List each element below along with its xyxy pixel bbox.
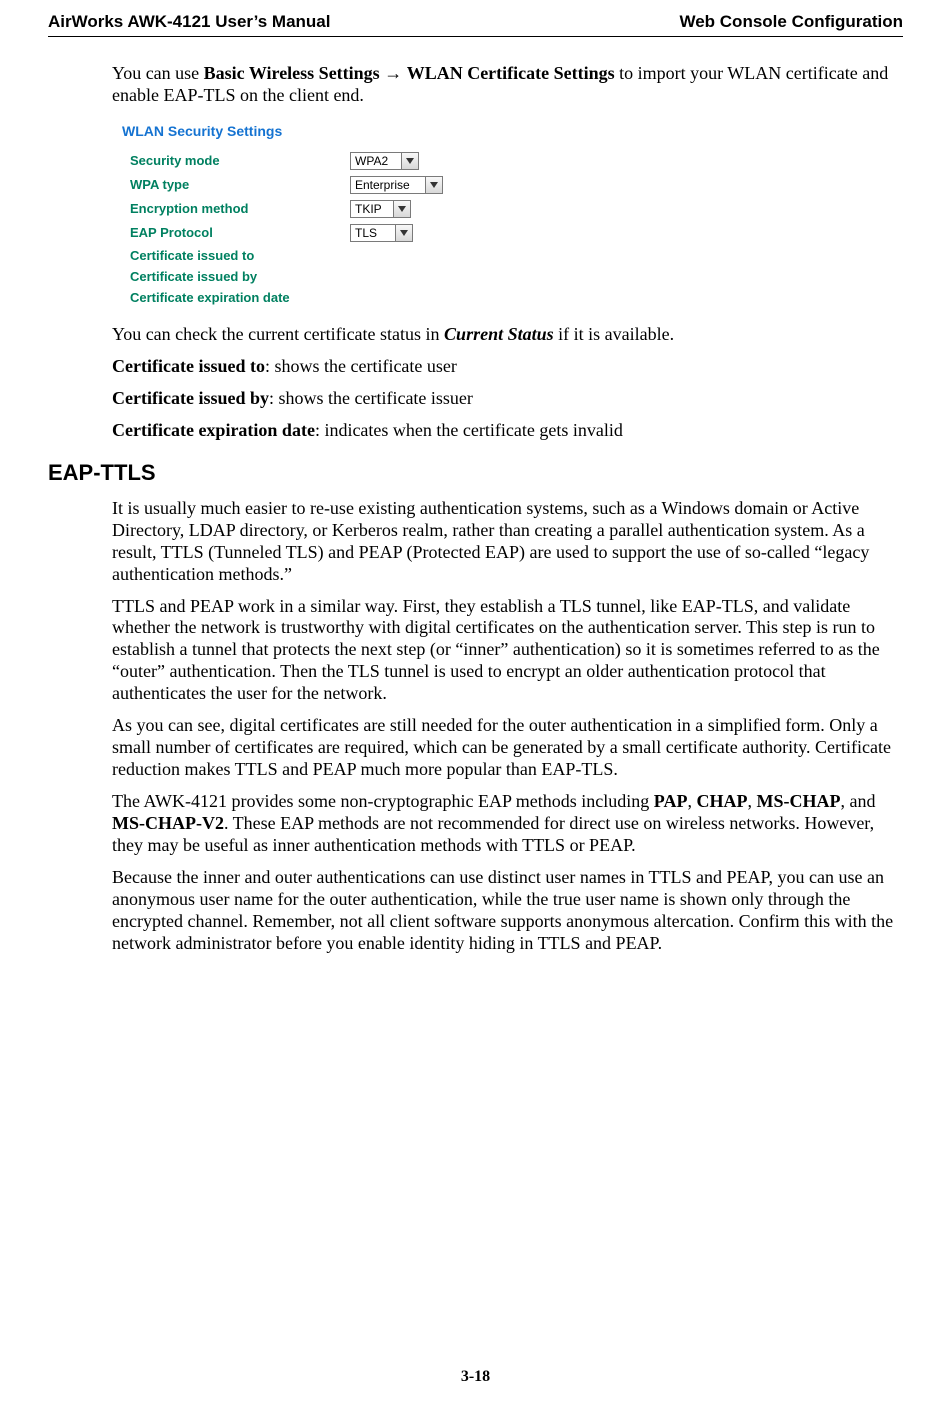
row-eap-protocol: EAP Protocol TLS bbox=[112, 221, 532, 245]
text-bold: Certificate issued to bbox=[112, 356, 265, 376]
header-right: Web Console Configuration bbox=[679, 12, 903, 32]
select-value: WPA2 bbox=[351, 153, 401, 169]
label-cert-issued-to: Certificate issued to bbox=[130, 248, 350, 263]
wpa-type-select[interactable]: Enterprise bbox=[350, 176, 443, 194]
label-cert-issued-by: Certificate issued by bbox=[130, 269, 350, 284]
text-bold: PAP bbox=[654, 791, 688, 811]
chevron-down-icon bbox=[393, 201, 410, 217]
text: : shows the certificate user bbox=[265, 356, 457, 376]
panel-title: WLAN Security Settings bbox=[112, 117, 532, 149]
label-wpa-type: WPA type bbox=[130, 177, 350, 192]
cert-to-line: Certificate issued to: shows the certifi… bbox=[112, 356, 903, 378]
encryption-method-select[interactable]: TKIP bbox=[350, 200, 411, 218]
security-mode-select[interactable]: WPA2 bbox=[350, 152, 419, 170]
eapttls-p4: The AWK-4121 provides some non-cryptogra… bbox=[112, 791, 903, 857]
eap-protocol-select[interactable]: TLS bbox=[350, 224, 413, 242]
text: You can check the current certificate st… bbox=[112, 324, 444, 344]
label-eap-protocol: EAP Protocol bbox=[130, 225, 350, 240]
status-paragraph: You can check the current certificate st… bbox=[112, 324, 903, 346]
eapttls-p3: As you can see, digital certificates are… bbox=[112, 715, 903, 781]
header-left: AirWorks AWK-4121 User’s Manual bbox=[48, 12, 330, 32]
text: if it is available. bbox=[554, 324, 674, 344]
page-number: 3-18 bbox=[0, 1368, 951, 1386]
value-encryption-method: TKIP bbox=[350, 200, 532, 218]
intro-paragraph: You can use Basic Wireless Settings → WL… bbox=[112, 63, 903, 107]
eapttls-p5: Because the inner and outer authenticati… bbox=[112, 867, 903, 955]
text-bold: Basic Wireless Settings bbox=[204, 63, 380, 83]
running-header: AirWorks AWK-4121 User’s Manual Web Cons… bbox=[48, 12, 903, 32]
header-rule bbox=[48, 36, 903, 37]
row-wpa-type: WPA type Enterprise bbox=[112, 173, 532, 197]
text: The AWK-4121 provides some non-cryptogra… bbox=[112, 791, 654, 811]
row-encryption-method: Encryption method TKIP bbox=[112, 197, 532, 221]
text: . These EAP methods are not recommended … bbox=[112, 813, 874, 855]
text-bold: Certificate expiration date bbox=[112, 420, 315, 440]
label-security-mode: Security mode bbox=[130, 153, 350, 168]
page: AirWorks AWK-4121 User’s Manual Web Cons… bbox=[0, 0, 951, 1404]
value-security-mode: WPA2 bbox=[350, 152, 532, 170]
text-bold: Certificate issued by bbox=[112, 388, 269, 408]
chevron-down-icon bbox=[401, 153, 418, 169]
value-eap-protocol: TLS bbox=[350, 224, 532, 242]
label-cert-expiration-date: Certificate expiration date bbox=[130, 290, 350, 305]
text-bold: MS-CHAP-V2 bbox=[112, 813, 224, 833]
select-value: TKIP bbox=[351, 201, 393, 217]
wlan-security-settings-panel: WLAN Security Settings Security mode WPA… bbox=[112, 117, 532, 308]
eapttls-p2: TTLS and PEAP work in a similar way. Fir… bbox=[112, 596, 903, 706]
chevron-down-icon bbox=[425, 177, 442, 193]
page-body: You can use Basic Wireless Settings → WL… bbox=[112, 63, 903, 955]
text-bold: CHAP bbox=[696, 791, 747, 811]
text: You can use bbox=[112, 63, 204, 83]
row-cert-issued-to: Certificate issued to bbox=[112, 245, 532, 266]
cert-exp-line: Certificate expiration date: indicates w… bbox=[112, 420, 903, 442]
label-encryption-method: Encryption method bbox=[130, 201, 350, 216]
text-bold-italic: Current Status bbox=[444, 324, 554, 344]
text: : shows the certificate issuer bbox=[269, 388, 473, 408]
text: : indicates when the certificate gets in… bbox=[315, 420, 623, 440]
row-cert-expiration-date: Certificate expiration date bbox=[112, 287, 532, 308]
heading-eap-ttls: EAP-TTLS bbox=[48, 460, 903, 486]
cert-by-line: Certificate issued by: shows the certifi… bbox=[112, 388, 903, 410]
row-security-mode: Security mode WPA2 bbox=[112, 149, 532, 173]
text: → bbox=[380, 63, 407, 83]
eapttls-p1: It is usually much easier to re-use exis… bbox=[112, 498, 903, 586]
text-bold: WLAN Certificate Settings bbox=[407, 63, 615, 83]
select-value: TLS bbox=[351, 225, 395, 241]
select-value: Enterprise bbox=[351, 177, 425, 193]
value-wpa-type: Enterprise bbox=[350, 176, 532, 194]
text: , and bbox=[840, 791, 875, 811]
chevron-down-icon bbox=[395, 225, 412, 241]
row-cert-issued-by: Certificate issued by bbox=[112, 266, 532, 287]
text-bold: MS-CHAP bbox=[756, 791, 840, 811]
